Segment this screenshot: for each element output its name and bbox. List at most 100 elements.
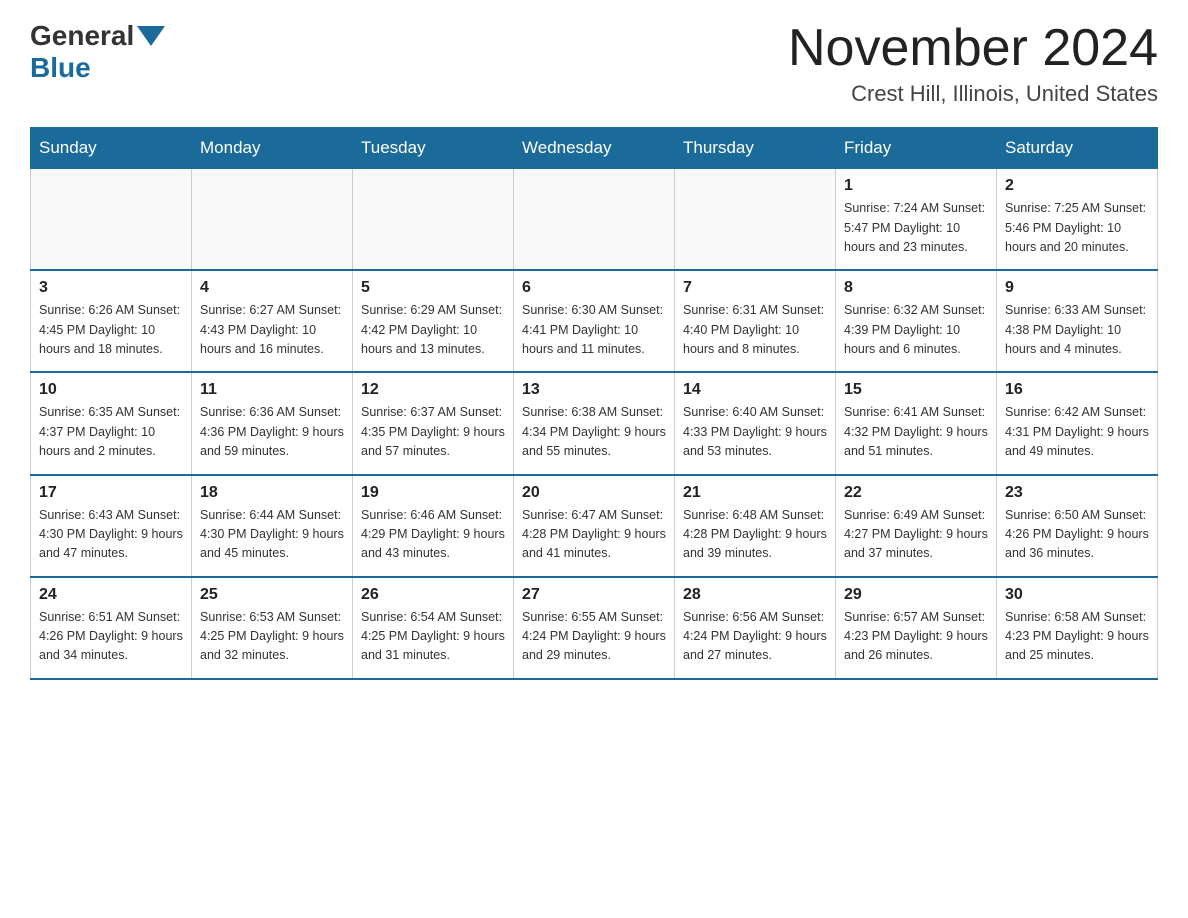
day-number: 3 xyxy=(39,279,183,297)
calendar-day-cell: 18 Sunrise: 6:44 AM Sunset: 4:30 PM Dayli… xyxy=(192,475,353,577)
calendar-week-row: 1 Sunrise: 7:24 AM Sunset: 5:47 PM Daylig… xyxy=(31,169,1158,271)
day-number: 16 xyxy=(1005,381,1149,399)
calendar-day-cell: 23 Sunrise: 6:50 AM Sunset: 4:26 PM Dayli… xyxy=(997,475,1158,577)
day-number: 23 xyxy=(1005,484,1149,502)
calendar-day-cell: 27Sunrise: 6:55 AM Sunset: 4:24 PM Dayli… xyxy=(514,577,675,679)
day-info: Sunrise: 6:46 AM Sunset: 4:29 PM Dayligh… xyxy=(361,506,505,564)
day-number: 30 xyxy=(1005,586,1149,604)
day-info: Sunrise: 6:51 AM Sunset: 4:26 PM Dayligh… xyxy=(39,608,183,666)
day-number: 9 xyxy=(1005,279,1149,297)
calendar-day-cell: 25Sunrise: 6:53 AM Sunset: 4:25 PM Dayli… xyxy=(192,577,353,679)
day-info: Sunrise: 6:49 AM Sunset: 4:27 PM Dayligh… xyxy=(844,506,988,564)
day-info: Sunrise: 6:50 AM Sunset: 4:26 PM Dayligh… xyxy=(1005,506,1149,564)
calendar-day-cell: 19 Sunrise: 6:46 AM Sunset: 4:29 PM Dayli… xyxy=(353,475,514,577)
day-of-week-header: Saturday xyxy=(997,128,1158,169)
calendar-day-cell: 1 Sunrise: 7:24 AM Sunset: 5:47 PM Daylig… xyxy=(836,169,997,271)
calendar-day-cell: 26Sunrise: 6:54 AM Sunset: 4:25 PM Dayli… xyxy=(353,577,514,679)
location-subtitle: Crest Hill, Illinois, United States xyxy=(788,81,1158,107)
day-number: 28 xyxy=(683,586,827,604)
calendar-day-cell: 30 Sunrise: 6:58 AM Sunset: 4:23 PM Dayli… xyxy=(997,577,1158,679)
day-number: 17 xyxy=(39,484,183,502)
day-number: 29 xyxy=(844,586,988,604)
calendar-day-cell: 7 Sunrise: 6:31 AM Sunset: 4:40 PM Daylig… xyxy=(675,270,836,372)
day-number: 11 xyxy=(200,381,344,399)
day-info: Sunrise: 6:56 AM Sunset: 4:24 PM Dayligh… xyxy=(683,608,827,666)
day-info: Sunrise: 6:36 AM Sunset: 4:36 PM Dayligh… xyxy=(200,403,344,461)
day-of-week-header: Monday xyxy=(192,128,353,169)
calendar-day-cell: 8Sunrise: 6:32 AM Sunset: 4:39 PM Daylig… xyxy=(836,270,997,372)
day-number: 22 xyxy=(844,484,988,502)
calendar-day-cell: 5 Sunrise: 6:29 AM Sunset: 4:42 PM Daylig… xyxy=(353,270,514,372)
days-of-week-row: SundayMondayTuesdayWednesdayThursdayFrid… xyxy=(31,128,1158,169)
calendar-day-cell: 4 Sunrise: 6:27 AM Sunset: 4:43 PM Daylig… xyxy=(192,270,353,372)
day-number: 4 xyxy=(200,279,344,297)
day-of-week-header: Sunday xyxy=(31,128,192,169)
calendar-day-cell: 12 Sunrise: 6:37 AM Sunset: 4:35 PM Dayli… xyxy=(353,372,514,474)
calendar-day-cell: 17 Sunrise: 6:43 AM Sunset: 4:30 PM Dayli… xyxy=(31,475,192,577)
calendar-day-cell: 29 Sunrise: 6:57 AM Sunset: 4:23 PM Dayli… xyxy=(836,577,997,679)
day-number: 10 xyxy=(39,381,183,399)
day-number: 20 xyxy=(522,484,666,502)
day-info: Sunrise: 7:24 AM Sunset: 5:47 PM Dayligh… xyxy=(844,199,988,257)
day-info: Sunrise: 6:32 AM Sunset: 4:39 PM Dayligh… xyxy=(844,301,988,359)
day-info: Sunrise: 6:26 AM Sunset: 4:45 PM Dayligh… xyxy=(39,301,183,359)
calendar-day-cell: 28 Sunrise: 6:56 AM Sunset: 4:24 PM Dayli… xyxy=(675,577,836,679)
day-number: 5 xyxy=(361,279,505,297)
day-info: Sunrise: 6:47 AM Sunset: 4:28 PM Dayligh… xyxy=(522,506,666,564)
calendar-day-cell: 20 Sunrise: 6:47 AM Sunset: 4:28 PM Dayli… xyxy=(514,475,675,577)
day-info: Sunrise: 6:53 AM Sunset: 4:25 PM Dayligh… xyxy=(200,608,344,666)
day-info: Sunrise: 6:57 AM Sunset: 4:23 PM Dayligh… xyxy=(844,608,988,666)
day-of-week-header: Thursday xyxy=(675,128,836,169)
day-number: 14 xyxy=(683,381,827,399)
calendar-day-cell xyxy=(514,169,675,271)
page-header: General Blue November 2024 Crest Hill, I… xyxy=(30,20,1158,107)
day-number: 27 xyxy=(522,586,666,604)
calendar-day-cell xyxy=(353,169,514,271)
day-info: Sunrise: 6:58 AM Sunset: 4:23 PM Dayligh… xyxy=(1005,608,1149,666)
day-info: Sunrise: 7:25 AM Sunset: 5:46 PM Dayligh… xyxy=(1005,199,1149,257)
day-number: 21 xyxy=(683,484,827,502)
day-number: 26 xyxy=(361,586,505,604)
calendar-day-cell: 10 Sunrise: 6:35 AM Sunset: 4:37 PM Dayli… xyxy=(31,372,192,474)
day-info: Sunrise: 6:38 AM Sunset: 4:34 PM Dayligh… xyxy=(522,403,666,461)
month-year-title: November 2024 xyxy=(788,20,1158,77)
day-info: Sunrise: 6:44 AM Sunset: 4:30 PM Dayligh… xyxy=(200,506,344,564)
day-number: 1 xyxy=(844,177,988,195)
day-info: Sunrise: 6:31 AM Sunset: 4:40 PM Dayligh… xyxy=(683,301,827,359)
calendar-week-row: 3 Sunrise: 6:26 AM Sunset: 4:45 PM Daylig… xyxy=(31,270,1158,372)
calendar-day-cell: 6 Sunrise: 6:30 AM Sunset: 4:41 PM Daylig… xyxy=(514,270,675,372)
day-number: 6 xyxy=(522,279,666,297)
calendar-week-row: 17 Sunrise: 6:43 AM Sunset: 4:30 PM Dayli… xyxy=(31,475,1158,577)
day-info: Sunrise: 6:30 AM Sunset: 4:41 PM Dayligh… xyxy=(522,301,666,359)
day-info: Sunrise: 6:48 AM Sunset: 4:28 PM Dayligh… xyxy=(683,506,827,564)
day-number: 13 xyxy=(522,381,666,399)
calendar-day-cell: 14Sunrise: 6:40 AM Sunset: 4:33 PM Dayli… xyxy=(675,372,836,474)
day-number: 24 xyxy=(39,586,183,604)
day-number: 7 xyxy=(683,279,827,297)
day-of-week-header: Tuesday xyxy=(353,128,514,169)
calendar-week-row: 10 Sunrise: 6:35 AM Sunset: 4:37 PM Dayli… xyxy=(31,372,1158,474)
calendar-day-cell: 22 Sunrise: 6:49 AM Sunset: 4:27 PM Dayli… xyxy=(836,475,997,577)
calendar-day-cell: 21 Sunrise: 6:48 AM Sunset: 4:28 PM Dayli… xyxy=(675,475,836,577)
calendar-week-row: 24 Sunrise: 6:51 AM Sunset: 4:26 PM Dayli… xyxy=(31,577,1158,679)
day-of-week-header: Wednesday xyxy=(514,128,675,169)
day-info: Sunrise: 6:29 AM Sunset: 4:42 PM Dayligh… xyxy=(361,301,505,359)
calendar-header: SundayMondayTuesdayWednesdayThursdayFrid… xyxy=(31,128,1158,169)
day-of-week-header: Friday xyxy=(836,128,997,169)
calendar-day-cell: 15Sunrise: 6:41 AM Sunset: 4:32 PM Dayli… xyxy=(836,372,997,474)
day-info: Sunrise: 6:27 AM Sunset: 4:43 PM Dayligh… xyxy=(200,301,344,359)
day-number: 15 xyxy=(844,381,988,399)
logo-blue-text: Blue xyxy=(30,52,91,84)
day-number: 12 xyxy=(361,381,505,399)
day-info: Sunrise: 6:35 AM Sunset: 4:37 PM Dayligh… xyxy=(39,403,183,461)
day-info: Sunrise: 6:37 AM Sunset: 4:35 PM Dayligh… xyxy=(361,403,505,461)
day-number: 19 xyxy=(361,484,505,502)
day-info: Sunrise: 6:42 AM Sunset: 4:31 PM Dayligh… xyxy=(1005,403,1149,461)
day-number: 18 xyxy=(200,484,344,502)
calendar-day-cell: 2Sunrise: 7:25 AM Sunset: 5:46 PM Daylig… xyxy=(997,169,1158,271)
day-info: Sunrise: 6:43 AM Sunset: 4:30 PM Dayligh… xyxy=(39,506,183,564)
calendar-day-cell: 24 Sunrise: 6:51 AM Sunset: 4:26 PM Dayli… xyxy=(31,577,192,679)
calendar-day-cell xyxy=(31,169,192,271)
calendar-day-cell xyxy=(192,169,353,271)
calendar-day-cell: 3 Sunrise: 6:26 AM Sunset: 4:45 PM Daylig… xyxy=(31,270,192,372)
